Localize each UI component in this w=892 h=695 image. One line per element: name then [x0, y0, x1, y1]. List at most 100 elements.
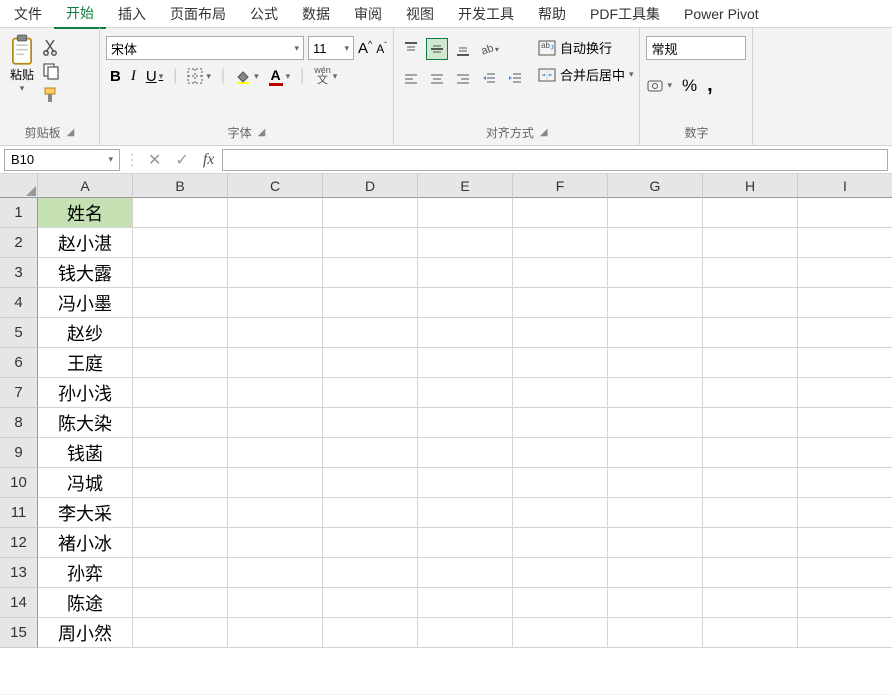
cell[interactable]: 陈大染: [38, 408, 133, 438]
cell[interactable]: [418, 318, 513, 348]
cell[interactable]: [418, 378, 513, 408]
underline-button[interactable]: U▾: [146, 68, 163, 85]
cell[interactable]: [513, 258, 608, 288]
cell[interactable]: [703, 438, 798, 468]
copy-icon[interactable]: [42, 62, 60, 80]
cell[interactable]: [418, 498, 513, 528]
clipboard-launcher-icon[interactable]: ◢: [67, 127, 75, 138]
menu-file[interactable]: 文件: [2, 0, 54, 28]
number-format-select[interactable]: 常规: [646, 36, 746, 60]
row-header[interactable]: 8: [0, 408, 38, 438]
cell[interactable]: [798, 528, 892, 558]
merge-center-button[interactable]: 合并后居中 ▾: [538, 65, 634, 84]
row-header[interactable]: 3: [0, 258, 38, 288]
cell[interactable]: [703, 618, 798, 648]
cell[interactable]: [133, 558, 228, 588]
cell[interactable]: [133, 378, 228, 408]
cell[interactable]: 钱菡: [38, 438, 133, 468]
cell[interactable]: 冯小墨: [38, 288, 133, 318]
cell[interactable]: [608, 318, 703, 348]
cell[interactable]: [513, 438, 608, 468]
row-header[interactable]: 9: [0, 438, 38, 468]
cell[interactable]: [513, 198, 608, 228]
row-header[interactable]: 1: [0, 198, 38, 228]
column-header[interactable]: I: [798, 174, 892, 198]
menu-review[interactable]: 审阅: [342, 0, 394, 28]
cell[interactable]: [418, 618, 513, 648]
cell[interactable]: [608, 408, 703, 438]
phonetic-guide-button[interactable]: wén文 ▾: [314, 66, 337, 86]
bold-button[interactable]: B: [110, 68, 121, 85]
cell[interactable]: [608, 558, 703, 588]
cancel-formula-icon[interactable]: ✕: [148, 150, 161, 170]
cell[interactable]: [513, 588, 608, 618]
cell[interactable]: [798, 408, 892, 438]
row-header[interactable]: 10: [0, 468, 38, 498]
cell[interactable]: 陈途: [38, 588, 133, 618]
paste-button[interactable]: 粘贴 ▾: [6, 32, 38, 96]
cell[interactable]: [133, 258, 228, 288]
cell[interactable]: [323, 468, 418, 498]
font-name-select[interactable]: 宋体 ▾: [106, 36, 304, 60]
cell[interactable]: [703, 258, 798, 288]
cell[interactable]: [133, 198, 228, 228]
column-header[interactable]: F: [513, 174, 608, 198]
cell[interactable]: [608, 288, 703, 318]
cell[interactable]: 钱大露: [38, 258, 133, 288]
cell[interactable]: [703, 498, 798, 528]
cell[interactable]: [323, 258, 418, 288]
row-header[interactable]: 14: [0, 588, 38, 618]
menu-pdf-tools[interactable]: PDF工具集: [578, 0, 672, 28]
cell[interactable]: [703, 588, 798, 618]
cell[interactable]: [323, 378, 418, 408]
column-header[interactable]: G: [608, 174, 703, 198]
cell[interactable]: [703, 528, 798, 558]
cell[interactable]: [798, 618, 892, 648]
cell[interactable]: 周小然: [38, 618, 133, 648]
menu-page-layout[interactable]: 页面布局: [158, 0, 238, 28]
menu-data[interactable]: 数据: [290, 0, 342, 28]
insert-function-icon[interactable]: fx: [203, 151, 215, 169]
decrease-indent-button[interactable]: [478, 68, 500, 90]
cell[interactable]: [323, 588, 418, 618]
cell[interactable]: [418, 228, 513, 258]
cut-icon[interactable]: [42, 38, 60, 56]
cell[interactable]: [798, 318, 892, 348]
cell[interactable]: [228, 318, 323, 348]
cell[interactable]: [418, 408, 513, 438]
accounting-format-button[interactable]: ▾: [646, 77, 672, 95]
cell[interactable]: 李大采: [38, 498, 133, 528]
row-header[interactable]: 7: [0, 378, 38, 408]
row-header[interactable]: 13: [0, 558, 38, 588]
cell[interactable]: [228, 468, 323, 498]
cell[interactable]: [703, 468, 798, 498]
cell[interactable]: [798, 348, 892, 378]
cell[interactable]: [608, 378, 703, 408]
cell[interactable]: [133, 348, 228, 378]
cell[interactable]: 赵小湛: [38, 228, 133, 258]
cell[interactable]: [798, 498, 892, 528]
borders-button[interactable]: ▾: [187, 68, 211, 84]
select-all-corner[interactable]: [0, 174, 38, 198]
cell[interactable]: [798, 378, 892, 408]
cell[interactable]: [513, 348, 608, 378]
cell[interactable]: [228, 258, 323, 288]
cell[interactable]: [133, 498, 228, 528]
align-middle-button[interactable]: [426, 38, 448, 60]
cell[interactable]: [323, 348, 418, 378]
cell[interactable]: [228, 408, 323, 438]
cell[interactable]: [323, 498, 418, 528]
cell[interactable]: [513, 318, 608, 348]
cell[interactable]: [513, 288, 608, 318]
column-header[interactable]: D: [323, 174, 418, 198]
cell[interactable]: [133, 468, 228, 498]
cell[interactable]: [133, 588, 228, 618]
cell[interactable]: [608, 618, 703, 648]
cell[interactable]: [228, 228, 323, 258]
orientation-button[interactable]: ab▾: [478, 38, 500, 60]
alignment-launcher-icon[interactable]: ◢: [540, 127, 548, 138]
column-header[interactable]: A: [38, 174, 133, 198]
cell[interactable]: [418, 528, 513, 558]
menu-developer[interactable]: 开发工具: [446, 0, 526, 28]
increase-font-icon[interactable]: A^: [358, 39, 372, 57]
